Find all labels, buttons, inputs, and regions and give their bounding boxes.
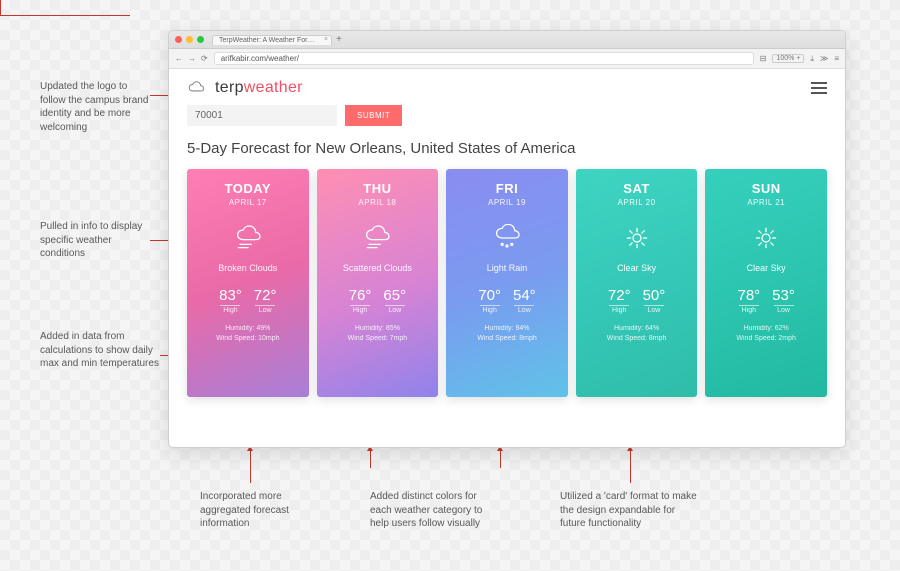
menu-icon[interactable]: ≡ xyxy=(834,54,839,63)
page-content: terpweather SUBMIT 5-Day Forecast for Ne… xyxy=(169,69,845,447)
submit-button[interactable]: SUBMIT xyxy=(345,105,402,126)
window-controls[interactable] xyxy=(175,36,204,43)
arrow-icon xyxy=(500,448,501,468)
high-temp: 70° xyxy=(478,287,501,304)
low-temp: 53° xyxy=(772,287,795,304)
wind-label: Wind Speed: 10mph xyxy=(216,334,279,344)
minimize-icon[interactable] xyxy=(186,36,193,43)
arrow-icon xyxy=(0,15,130,16)
date-label: APRIL 20 xyxy=(618,198,656,207)
high-temp: 78° xyxy=(737,287,760,304)
high-label: High xyxy=(482,307,496,314)
annotation-colors: Added distinct colors for each weather c… xyxy=(370,490,500,531)
zoom-level[interactable]: 100% + xyxy=(772,54,804,63)
address-input[interactable]: arifkabir.com/weather/ xyxy=(214,52,754,65)
arrow-icon xyxy=(0,0,1,15)
low-temp: 54° xyxy=(513,287,536,304)
humidity-label: Humidity: 85% xyxy=(355,324,400,334)
low-temp: 50° xyxy=(643,287,666,304)
annotation-temps: Added in data from calculations to show … xyxy=(40,330,160,371)
arrow-icon xyxy=(370,448,371,468)
humidity-label: Humidity: 64% xyxy=(614,324,659,334)
high-label: High xyxy=(223,307,237,314)
wind-label: Wind Speed: 8mph xyxy=(477,334,537,344)
logo-text: terpweather xyxy=(215,79,303,97)
weather-icon xyxy=(750,223,782,253)
forecast-card[interactable]: SAT APRIL 20 Clear Sky 72° High 50° Low Humidit… xyxy=(576,169,698,397)
logo[interactable]: terpweather xyxy=(187,79,303,97)
condition-label: Broken Clouds xyxy=(218,263,277,273)
low-label: Low xyxy=(259,307,272,314)
date-label: APRIL 17 xyxy=(229,198,267,207)
annotation-card-format: Utilized a 'card' format to make the des… xyxy=(560,490,700,531)
day-label: SAT xyxy=(623,181,650,196)
weather-icon xyxy=(491,223,523,253)
high-temp: 76° xyxy=(349,287,372,304)
high-temp: 83° xyxy=(219,287,242,304)
date-label: APRIL 19 xyxy=(488,198,526,207)
download-icon[interactable]: ⤓ xyxy=(810,54,814,64)
annotation-aggregate: Incorporated more aggregated forecast in… xyxy=(200,490,310,531)
forecast-heading: 5-Day Forecast for New Orleans, United S… xyxy=(187,140,827,157)
date-label: APRIL 18 xyxy=(358,198,396,207)
reader-icon[interactable]: ⊟ xyxy=(760,54,767,63)
condition-label: Scattered Clouds xyxy=(343,263,412,273)
weather-icon xyxy=(621,223,653,253)
back-icon[interactable]: ← xyxy=(175,54,183,63)
forecast-card[interactable]: SUN APRIL 21 Clear Sky 78° High 53° Low Humidit… xyxy=(705,169,827,397)
tab-bar: TerpWeather: A Weather Forecast… + xyxy=(169,31,845,49)
day-label: TODAY xyxy=(225,181,272,196)
maximize-icon[interactable] xyxy=(197,36,204,43)
share-icon[interactable]: ≫ xyxy=(820,54,828,63)
wind-label: Wind Speed: 7mph xyxy=(348,334,408,344)
day-label: SUN xyxy=(752,181,781,196)
weather-icon xyxy=(361,223,393,253)
url-bar: ← → ⟳ arifkabir.com/weather/ ⊟ 100% + ⤓ … xyxy=(169,49,845,69)
humidity-label: Humidity: 62% xyxy=(744,324,789,334)
high-label: High xyxy=(612,307,626,314)
new-tab-button[interactable]: + xyxy=(336,34,342,45)
weather-icon xyxy=(232,223,264,253)
forecast-card[interactable]: THU APRIL 18 Scattered Clouds 76° High 65° Low… xyxy=(317,169,439,397)
arrow-icon xyxy=(630,448,631,483)
high-label: High xyxy=(353,307,367,314)
day-label: THU xyxy=(363,181,391,196)
forecast-cards: TODAY APRIL 17 Broken Clouds 83° High 72° Low H… xyxy=(187,169,827,397)
low-label: Low xyxy=(648,307,661,314)
date-label: APRIL 21 xyxy=(747,198,785,207)
browser-tab[interactable]: TerpWeather: A Weather Forecast… xyxy=(212,35,332,45)
low-temp: 65° xyxy=(383,287,406,304)
hamburger-menu[interactable] xyxy=(811,82,827,94)
forward-icon[interactable]: → xyxy=(188,54,196,63)
forecast-card[interactable]: FRI APRIL 19 Light Rain 70° High 54° Low Humidi… xyxy=(446,169,568,397)
arrow-icon xyxy=(250,448,251,483)
wind-label: Wind Speed: 8mph xyxy=(607,334,667,344)
zip-input[interactable] xyxy=(187,105,337,126)
cloud-icon xyxy=(187,80,209,96)
browser-window: TerpWeather: A Weather Forecast… + ← → ⟳… xyxy=(168,30,846,448)
low-temp: 72° xyxy=(254,287,277,304)
forecast-card[interactable]: TODAY APRIL 17 Broken Clouds 83° High 72° Low H… xyxy=(187,169,309,397)
low-label: Low xyxy=(388,307,401,314)
condition-label: Light Rain xyxy=(487,263,528,273)
high-label: High xyxy=(742,307,756,314)
close-icon[interactable] xyxy=(175,36,182,43)
humidity-label: Humidity: 49% xyxy=(225,324,270,334)
low-label: Low xyxy=(518,307,531,314)
condition-label: Clear Sky xyxy=(747,263,786,273)
high-temp: 72° xyxy=(608,287,631,304)
reload-icon[interactable]: ⟳ xyxy=(201,54,208,63)
low-label: Low xyxy=(777,307,790,314)
wind-label: Wind Speed: 2mph xyxy=(736,334,796,344)
annotation-logo: Updated the logo to follow the campus br… xyxy=(40,80,150,134)
condition-label: Clear Sky xyxy=(617,263,656,273)
annotation-conditions: Pulled in info to display specific weath… xyxy=(40,220,150,261)
day-label: FRI xyxy=(496,181,518,196)
humidity-label: Humidity: 94% xyxy=(484,324,529,334)
